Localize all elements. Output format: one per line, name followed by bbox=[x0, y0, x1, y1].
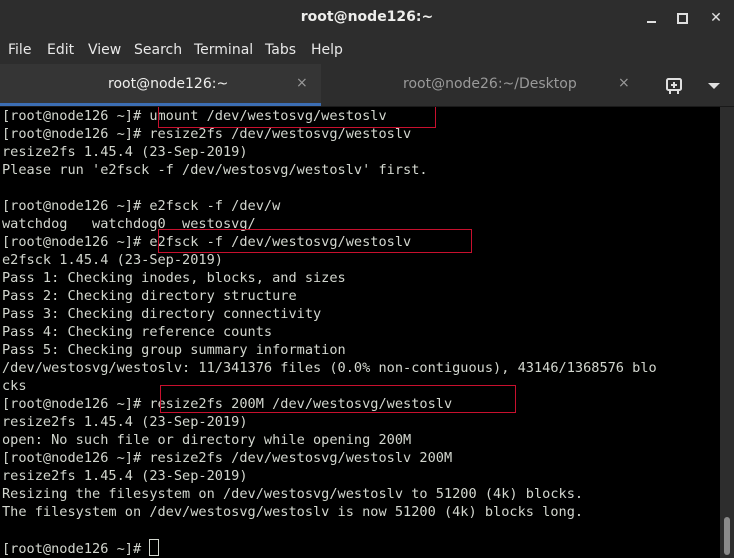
prompt-text: [root@node126 ~]# bbox=[2, 541, 150, 557]
terminal-line: [root@node126 ~]# resize2fs /dev/westosv… bbox=[2, 450, 453, 466]
terminal-line: e2fsck 1.45.4 (23-Sep-2019) bbox=[2, 252, 223, 268]
terminal-line: Please run 'e2fsck -f /dev/westosvg/west… bbox=[2, 162, 428, 178]
close-icon: ✕ bbox=[710, 10, 722, 26]
menu-help[interactable]: Help bbox=[311, 42, 343, 58]
terminal-line: Pass 4: Checking reference counts bbox=[2, 324, 273, 340]
tab-bar: root@node126:~ × root@node26:~/Desktop × bbox=[0, 64, 734, 107]
window-title: root@node126:~ bbox=[300, 9, 434, 25]
terminal-line: [root@node126 ~]# resize2fs 200M /dev/we… bbox=[2, 396, 453, 412]
terminal-line: [root@node126 ~]# e2fsck -f /dev/westosv… bbox=[2, 234, 412, 250]
minimize-icon bbox=[647, 21, 656, 23]
terminal-line: Pass 5: Checking group summary informati… bbox=[2, 342, 346, 358]
maximize-button[interactable] bbox=[672, 8, 692, 28]
menu-terminal[interactable]: Terminal bbox=[194, 42, 253, 58]
close-button[interactable]: ✕ bbox=[706, 8, 726, 28]
scrollbar-thumb[interactable] bbox=[724, 517, 730, 555]
terminal-line: Pass 2: Checking directory structure bbox=[2, 288, 297, 304]
menu-view[interactable]: View bbox=[88, 42, 121, 58]
tab-label: root@node126:~ bbox=[108, 76, 229, 92]
terminal-line: Pass 1: Checking inodes, blocks, and siz… bbox=[2, 270, 346, 286]
tab-node126[interactable]: root@node126:~ × bbox=[0, 64, 321, 106]
menu-file[interactable]: File bbox=[8, 42, 31, 58]
terminal-line: resize2fs 1.45.4 (23-Sep-2019) bbox=[2, 414, 248, 430]
terminal-line: Pass 3: Checking directory connectivity bbox=[2, 306, 322, 322]
terminal-scrollbar[interactable] bbox=[720, 107, 734, 558]
menu-search[interactable]: Search bbox=[134, 42, 182, 58]
tab-node26-desktop[interactable]: root@node26:~/Desktop × bbox=[322, 64, 642, 106]
terminal-line: [root@node126 ~]# resize2fs /dev/westosv… bbox=[2, 126, 412, 142]
new-tab-icon[interactable] bbox=[664, 74, 684, 96]
terminal-line: watchdog watchdog0 westosvg/ bbox=[2, 216, 256, 232]
terminal-line: /dev/westosvg/westoslv: 11/341376 files … bbox=[2, 360, 657, 376]
menu-edit[interactable]: Edit bbox=[47, 42, 74, 58]
terminal-line: cks bbox=[2, 378, 27, 394]
terminal-line: resize2fs 1.45.4 (23-Sep-2019) bbox=[2, 468, 248, 484]
terminal-line: Resizing the filesystem on /dev/westosvg… bbox=[2, 486, 584, 502]
tab-close-icon[interactable]: × bbox=[618, 75, 630, 91]
terminal-output[interactable]: [root@node126 ~]# umount /dev/westosvg/w… bbox=[0, 107, 720, 558]
tab-close-icon[interactable]: × bbox=[296, 75, 308, 91]
maximize-icon bbox=[677, 13, 688, 24]
terminal-window: root@node126:~ ✕ File Edit View Search T… bbox=[0, 0, 734, 558]
minimize-button[interactable] bbox=[642, 8, 662, 28]
chevron-down-icon[interactable] bbox=[706, 74, 722, 96]
tab-label: root@node26:~/Desktop bbox=[403, 76, 577, 92]
terminal-line: [root@node126 ~]# umount /dev/westosvg/w… bbox=[2, 108, 387, 124]
terminal-line: open: No such file or directory while op… bbox=[2, 432, 412, 448]
active-tab-indicator bbox=[0, 103, 321, 106]
menu-tabs[interactable]: Tabs bbox=[265, 42, 296, 58]
terminal-line: The filesystem on /dev/westosvg/westoslv… bbox=[2, 504, 584, 520]
title-bar[interactable]: root@node126:~ ✕ bbox=[0, 0, 734, 36]
menu-bar: File Edit View Search Terminal Tabs Help bbox=[0, 36, 734, 64]
terminal-prompt-line: [root@node126 ~]# bbox=[2, 539, 160, 557]
terminal-line: [root@node126 ~]# e2fsck -f /dev/w bbox=[2, 198, 281, 214]
text-cursor bbox=[149, 539, 160, 556]
terminal-line: resize2fs 1.45.4 (23-Sep-2019) bbox=[2, 144, 248, 160]
